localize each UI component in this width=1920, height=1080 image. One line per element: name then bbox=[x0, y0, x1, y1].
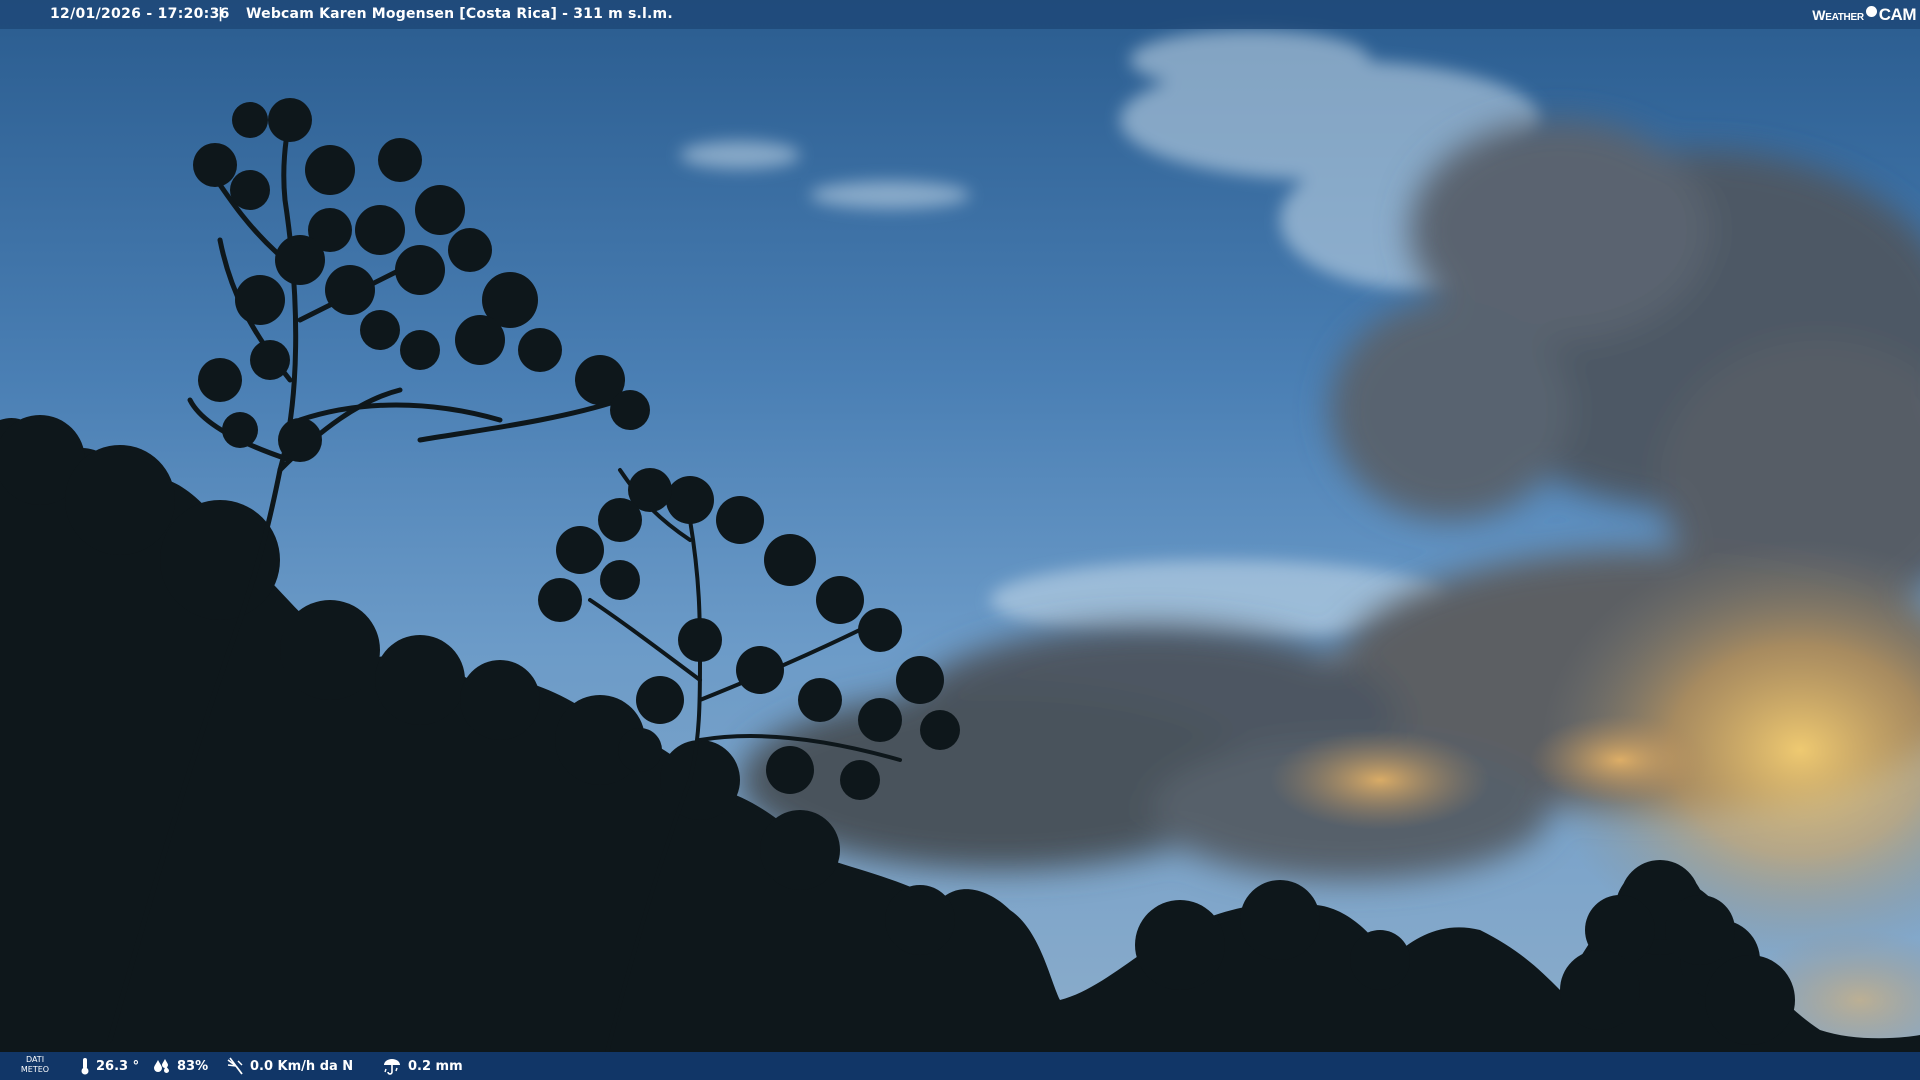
rain-stat: 0.2 mm bbox=[382, 1052, 463, 1080]
top-info-bar: 12/01/2026 - 17:20:36 | Webcam Karen Mog… bbox=[0, 0, 1920, 29]
thermometer-icon bbox=[81, 1058, 89, 1075]
logo-cam-text: CAM bbox=[1878, 4, 1917, 24]
humidity-drops-icon bbox=[154, 1059, 169, 1073]
dati-line-2: METEO bbox=[20, 1065, 50, 1074]
dati-meteo-label: DATI METEO bbox=[16, 1055, 54, 1075]
webcam-scene bbox=[0, 0, 1920, 1080]
header-separator: | bbox=[218, 6, 224, 22]
logo-weather-text: Weather bbox=[1812, 6, 1864, 23]
temperature-value: 26.3 ° bbox=[96, 1058, 140, 1074]
weather-data-bar: DATI METEO 26.3 ° 83% 0.0 Km/h da N 0.2 … bbox=[0, 1052, 1920, 1080]
wind-stat: 0.0 Km/h da N bbox=[226, 1052, 353, 1080]
wind-value: 0.0 Km/h da N bbox=[250, 1058, 354, 1074]
temperature-stat: 26.3 ° bbox=[80, 1052, 139, 1080]
logo-dot-icon bbox=[1865, 6, 1877, 17]
capture-datetime: 12/01/2026 - 17:20:36 bbox=[50, 6, 230, 22]
rain-value: 0.2 mm bbox=[408, 1058, 463, 1074]
dati-line-1: DATI bbox=[25, 1055, 45, 1064]
humidity-value: 83% bbox=[177, 1058, 209, 1074]
rain-gauge-icon bbox=[384, 1059, 400, 1075]
humidity-stat: 83% bbox=[153, 1052, 208, 1080]
webcam-title: Webcam Karen Mogensen [Costa Rica] - 311… bbox=[246, 6, 673, 22]
wind-icon bbox=[227, 1057, 243, 1075]
weathercam-logo: Weather CAM bbox=[1806, 0, 1920, 29]
